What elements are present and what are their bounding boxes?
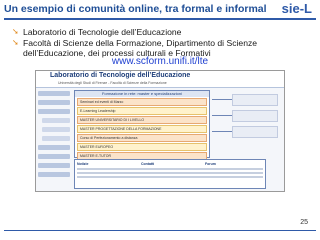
column-heading: Forum	[205, 162, 216, 166]
site-subtitle: Università degli Studi di Firenze - Faco…	[58, 81, 167, 85]
thumbnail-placeholder	[232, 126, 278, 138]
panel-row: Seminari ed eventi di Marzo	[77, 98, 207, 106]
title-rule	[4, 18, 316, 20]
site-brand: Laboratorio di Tecnologie dell’Educazion…	[50, 72, 191, 79]
bullet-text: Facoltà di Scienze della Formazione, Dip…	[23, 38, 258, 58]
bullet-text: Laboratorio di Tecnologie dell’Educazion…	[23, 27, 182, 37]
bullet-list: ➘ Laboratorio di Tecnologie dell’Educazi…	[12, 27, 312, 59]
url-link[interactable]: www.scform.unifi.it/lte	[0, 56, 320, 67]
panel-row: MASTER PROGETTAZIONE DELLA FORMAZIONE	[77, 125, 207, 133]
site-bottom-panel: Notizie Contatti Forum	[74, 159, 266, 189]
column-heading: Notizie	[77, 162, 89, 166]
thumbnail-placeholder	[232, 110, 278, 122]
panel-row: MASTER EUROPEO	[77, 143, 207, 151]
logo: sie-L	[282, 1, 312, 16]
site-sidebar	[38, 91, 70, 187]
slide-title: Un esempio di comunità online, tra forma…	[4, 3, 267, 15]
panel-row: MASTER UNIVERSITARIO DI I LIVELLO	[77, 116, 207, 124]
bullet-item: ➘ Laboratorio di Tecnologie dell’Educazi…	[12, 27, 312, 37]
panel-row: E-Learning Leadership	[77, 107, 207, 115]
arrow-bullet-icon: ➘	[12, 38, 19, 47]
thumbnail-placeholder	[232, 94, 278, 106]
bullet-item: ➘ Facoltà di Scienze della Formazione, D…	[12, 38, 312, 58]
column-heading: Contatti	[141, 162, 155, 166]
bottom-column: Forum	[205, 162, 263, 184]
page-number: 25	[300, 219, 308, 226]
footer-rule	[4, 230, 316, 231]
logo-text: sie-L	[281, 1, 312, 16]
panel-heading: Formazione in rete: master e specializza…	[75, 91, 209, 97]
panel-row: Corso di Perfezionamento a distanza	[77, 134, 207, 142]
site-main-panel: Formazione in rete: master e specializza…	[74, 90, 210, 160]
connector-line	[212, 99, 232, 100]
arrow-bullet-icon: ➘	[12, 27, 19, 36]
website-screenshot: Laboratorio di Tecnologie dell’Educazion…	[35, 70, 285, 192]
site-header: Laboratorio di Tecnologie dell’Educazion…	[36, 71, 284, 88]
bottom-column: Notizie	[77, 162, 147, 184]
connector-line	[212, 131, 232, 132]
connector-line	[212, 115, 232, 116]
bottom-column: Contatti	[141, 162, 211, 184]
